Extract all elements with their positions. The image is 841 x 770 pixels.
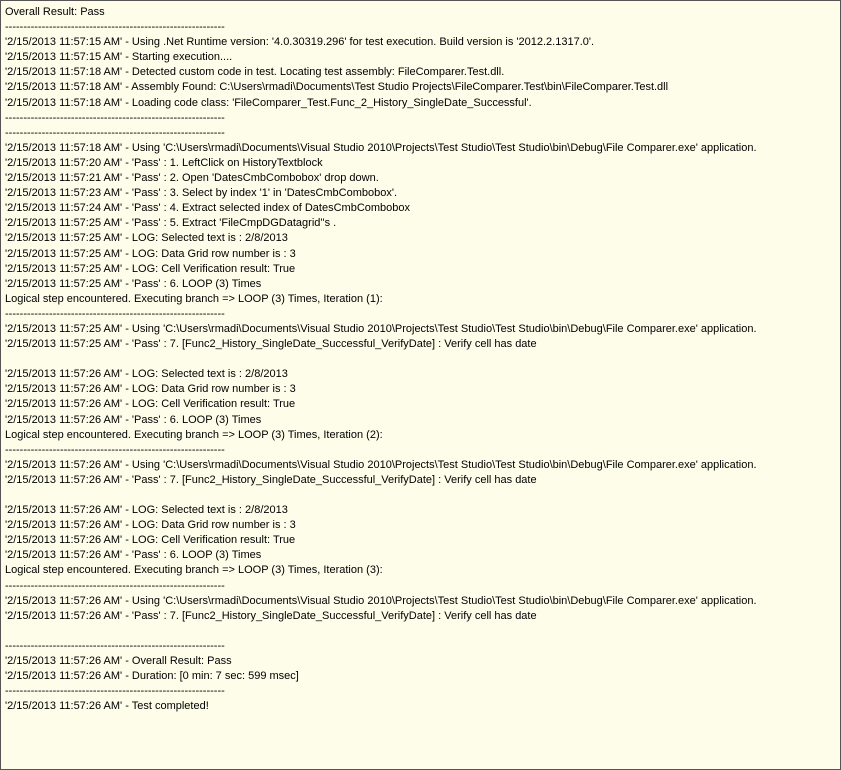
test-log-output: Overall Result: Pass -------------------… bbox=[0, 0, 841, 770]
